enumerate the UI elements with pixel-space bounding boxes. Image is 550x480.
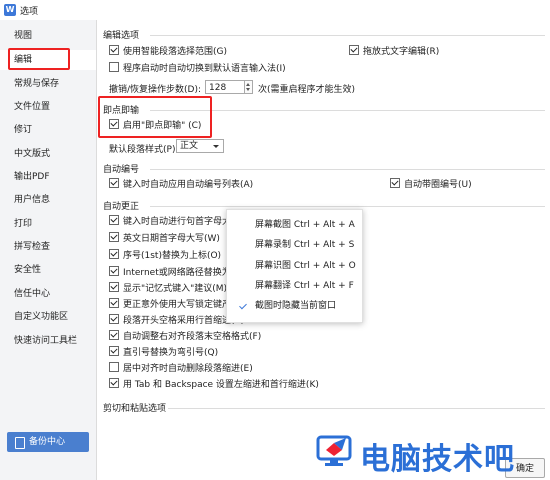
highlight-box-click-type xyxy=(98,96,212,138)
auto-circle-option[interactable]: 自动带圈编号(U) xyxy=(390,178,472,192)
sidebar-item-chinese-layout[interactable]: 中文版式 xyxy=(0,144,96,164)
sidebar-item-quick-access[interactable]: 快速访问工具栏 xyxy=(0,331,96,351)
group-divider xyxy=(150,206,545,207)
option-label: 英文日期首字母大写(W) xyxy=(123,234,220,244)
checkbox[interactable] xyxy=(109,232,119,242)
drag-text-option[interactable]: 拖放式文字编辑(R) xyxy=(349,45,439,59)
checkbox[interactable] xyxy=(109,346,119,356)
sidebar-item-custom-ribbon[interactable]: 自定义功能区 xyxy=(0,307,96,327)
default-style-label: 默认段落样式(P): xyxy=(109,145,179,155)
backup-center-label: 备份中心 xyxy=(29,437,66,447)
menu-item-screen-ocr[interactable]: 屏幕识图 Ctrl + Alt + O xyxy=(227,256,362,276)
default-style-value: 正文 xyxy=(180,141,199,151)
group-divider xyxy=(150,35,545,36)
group-divider xyxy=(168,408,545,409)
option-label: 拖放式文字编辑(R) xyxy=(363,47,440,57)
option-label: 居中对齐时自动删除段落缩进(E) xyxy=(123,364,253,374)
undo-steps-spinner[interactable] xyxy=(245,80,253,94)
group-title-editing: 编辑选项 xyxy=(103,31,140,41)
option-label: 程序启动时自动切换到默认语言输入法(I) xyxy=(123,64,286,74)
group-title-auto-number: 自动编号 xyxy=(103,165,140,175)
autocorrect-option[interactable]: 自动调整右对齐段落末空格格式(F) xyxy=(109,330,261,344)
option-label: 键入时自动应用自动编号列表(A) xyxy=(123,180,254,190)
sidebar-item-output-pdf[interactable]: 输出PDF xyxy=(0,167,96,187)
autocorrect-option[interactable]: 用 Tab 和 Backspace 设置左缩进和首行缩进(K) xyxy=(109,378,319,392)
auto-list-option[interactable]: 键入时自动应用自动编号列表(A) xyxy=(109,178,253,192)
menu-item-screen-translate[interactable]: 屏幕翻译 Ctrl + Alt + F xyxy=(227,276,362,296)
sidebar-item-spell-check[interactable]: 拼写检查 xyxy=(0,237,96,257)
checkbox[interactable] xyxy=(109,266,119,276)
undo-steps-note: 次(需重启程序才能生效) xyxy=(258,85,356,95)
group-title-cut-paste: 剪切和粘贴选项 xyxy=(103,404,167,414)
option-label: 序号(1st)替换为上标(O) xyxy=(123,251,222,261)
group-title-auto-correct: 自动更正 xyxy=(103,202,140,212)
option-label: Internet或网络路径替换为超 xyxy=(123,268,240,278)
menu-item-screen-record[interactable]: 屏幕录制 Ctrl + Alt + S xyxy=(227,235,362,255)
watermark-text: 电脑技术吧 xyxy=(360,442,515,477)
sidebar-item-user-info[interactable]: 用户信息 xyxy=(0,190,96,210)
undo-steps-input[interactable]: 128 xyxy=(205,80,245,94)
checkbox[interactable] xyxy=(109,314,119,324)
check-icon xyxy=(239,301,247,310)
option-label: 使用智能段落选择范围(G) xyxy=(123,47,227,57)
checkbox[interactable] xyxy=(109,62,119,72)
option-label: 直引号替换为弯引号(Q) xyxy=(123,348,219,358)
sidebar-item-revision[interactable]: 修订 xyxy=(0,120,96,140)
spin-down-icon xyxy=(246,88,250,91)
sidebar-item-trust-center[interactable]: 信任中心 xyxy=(0,284,96,304)
checkbox[interactable] xyxy=(390,178,400,188)
smart-select-option[interactable]: 使用智能段落选择范围(G) xyxy=(109,45,227,59)
autocorrect-option[interactable]: 键入时自动进行句首字母大写 xyxy=(109,215,240,229)
chevron-down-icon xyxy=(213,145,219,148)
backup-icon xyxy=(15,437,25,449)
autocorrect-option[interactable]: 直引号替换为弯引号(Q) xyxy=(109,346,218,360)
default-style-select[interactable]: 正文 xyxy=(176,139,224,153)
group-divider xyxy=(150,169,545,170)
undo-steps-label: 撤销/恢复操作步数(D): xyxy=(109,85,202,95)
screenshot-context-menu: 屏幕截图 Ctrl + Alt + A 屏幕录制 Ctrl + Alt + S … xyxy=(226,209,363,323)
autocorrect-option[interactable]: 居中对齐时自动删除段落缩进(E) xyxy=(109,362,253,376)
menu-item-label: 截图时隐藏当前窗口 xyxy=(255,301,337,311)
sidebar-item-print[interactable]: 打印 xyxy=(0,214,96,234)
app-icon: W xyxy=(4,4,16,16)
autocorrect-option[interactable]: 显示"记忆式键入"建议(M) xyxy=(109,282,227,296)
menu-item-hide-window[interactable]: 截图时隐藏当前窗口 xyxy=(227,296,362,316)
sidebar-item-file-location[interactable]: 文件位置 xyxy=(0,97,96,117)
option-label: 自动带圈编号(U) xyxy=(404,180,472,190)
menu-item-screenshot[interactable]: 屏幕截图 Ctrl + Alt + A xyxy=(227,215,362,235)
spin-up-icon xyxy=(246,83,250,86)
sidebar-item-view[interactable]: 视图 xyxy=(0,26,96,46)
auto-ime-option[interactable]: 程序启动时自动切换到默认语言输入法(I) xyxy=(109,62,286,76)
option-label: 显示"记忆式键入"建议(M) xyxy=(123,284,228,294)
checkbox[interactable] xyxy=(109,249,119,259)
checkbox[interactable] xyxy=(109,330,119,340)
monitor-logo-icon xyxy=(316,435,352,466)
sidebar: 视图 编辑 常规与保存 文件位置 修订 中文版式 输出PDF 用户信息 打印 拼… xyxy=(0,20,97,480)
checkbox[interactable] xyxy=(349,45,359,55)
option-label: 键入时自动进行句首字母大写 xyxy=(123,217,241,227)
autocorrect-option[interactable]: Internet或网络路径替换为超 xyxy=(109,266,240,280)
sidebar-item-general-save[interactable]: 常规与保存 xyxy=(0,74,96,94)
checkbox[interactable] xyxy=(109,362,119,372)
autocorrect-option[interactable]: 序号(1st)替换为上标(O) xyxy=(109,249,221,263)
checkbox[interactable] xyxy=(109,282,119,292)
autocorrect-option[interactable]: 更正意外使用大写锁定键产 xyxy=(109,298,231,312)
checkbox[interactable] xyxy=(109,178,119,188)
option-label: 自动调整右对齐段落末空格格式(F) xyxy=(123,332,262,342)
option-label: 用 Tab 和 Backspace 设置左缩进和首行缩进(K) xyxy=(123,380,319,390)
checkbox[interactable] xyxy=(109,215,119,225)
watermark: 电脑技术吧 xyxy=(316,432,550,477)
highlight-box-edit xyxy=(8,48,70,70)
checkbox[interactable] xyxy=(109,45,119,55)
option-label: 更正意外使用大写锁定键产 xyxy=(123,300,232,310)
window-title: 选项 xyxy=(20,7,39,17)
autocorrect-option[interactable]: 段落开头空格采用行首缩进(B) xyxy=(109,314,244,328)
checkbox[interactable] xyxy=(109,378,119,388)
autocorrect-option[interactable]: 英文日期首字母大写(W) xyxy=(109,232,220,246)
title-bar: W 选项 xyxy=(0,0,550,21)
checkbox[interactable] xyxy=(109,298,119,308)
backup-center-button[interactable]: 备份中心 xyxy=(7,432,89,452)
sidebar-item-security[interactable]: 安全性 xyxy=(0,260,96,280)
